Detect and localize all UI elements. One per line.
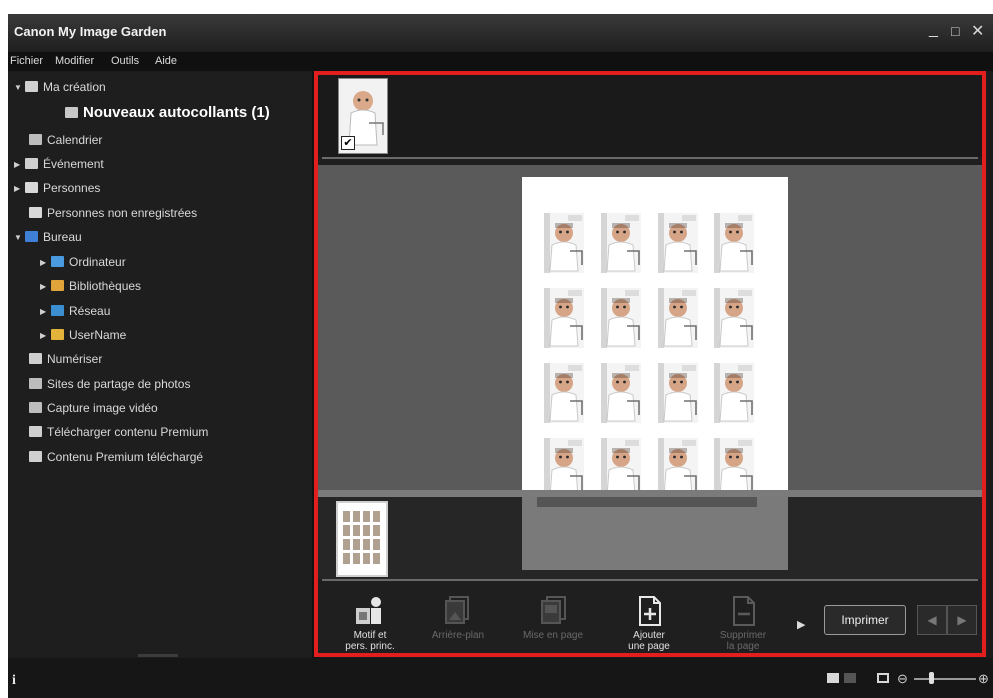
menu-aide[interactable]: Aide	[155, 55, 177, 67]
sidebar-item-label: Numériser	[47, 352, 103, 366]
sidebar-item-label: UserName	[69, 328, 127, 342]
sidebar-item-11[interactable]: Numériser	[27, 352, 102, 372]
view-details-icon[interactable]	[827, 673, 839, 683]
zoom-slider-handle[interactable]	[929, 672, 934, 684]
collapsed-arrow-icon[interactable]: ▶	[14, 160, 23, 169]
menu-fichier[interactable]: Fichier	[10, 55, 43, 67]
sidebar-item-label: Nouveaux autocollants (1)	[83, 104, 270, 121]
collapsed-arrow-icon[interactable]: ▶	[40, 307, 49, 316]
unregistered-people-icon	[29, 207, 42, 218]
sidebar-item-label: Calendrier	[47, 133, 103, 147]
sidebar-item-label: Bureau	[43, 230, 82, 244]
zoom-in-icon[interactable]: ⊕	[978, 671, 989, 687]
maximize-button[interactable]: □	[951, 23, 959, 39]
sidebar-item-label: Ordinateur	[69, 255, 126, 269]
video-capture-icon	[29, 402, 42, 413]
menu-bar: Fichier Modifier Outils Aide	[8, 52, 993, 71]
sidebar-item-7[interactable]: ▶ Ordinateur	[40, 255, 126, 275]
calendar-icon	[29, 134, 42, 145]
user-folder-icon	[51, 329, 64, 340]
my-creation-icon	[25, 81, 38, 92]
network-icon	[51, 305, 64, 316]
sidebar-item-2[interactable]: Calendrier	[27, 133, 102, 153]
collapsed-arrow-icon[interactable]: ▶	[14, 184, 23, 193]
zoom-out-icon[interactable]: ⊖	[897, 671, 908, 687]
sidebar-item-15[interactable]: Contenu Premium téléchargé	[27, 450, 203, 470]
sidebar-item-1[interactable]: Nouveaux autocollants (1)	[63, 104, 270, 124]
sidebar-item-5[interactable]: Personnes non enregistrées	[27, 206, 197, 226]
view-list-icon[interactable]	[844, 673, 856, 683]
sidebar-item-6[interactable]: ▼ Bureau	[14, 230, 82, 250]
photo-sharing-icon	[29, 378, 42, 389]
download-premium-icon	[29, 426, 42, 437]
sidebar-item-10[interactable]: ▶ UserName	[40, 328, 126, 348]
minimize-button[interactable]: _	[929, 21, 938, 39]
people-icon	[25, 182, 38, 193]
sidebar-resize-grip[interactable]	[138, 654, 178, 657]
sidebar-item-label: Personnes	[43, 181, 101, 195]
sidebar-item-8[interactable]: ▶ Bibliothèques	[40, 279, 141, 299]
zoom-slider[interactable]	[914, 678, 976, 680]
window-title: Canon My Image Garden	[14, 24, 167, 39]
sidebar-item-label: Ma création	[43, 80, 106, 94]
sidebar-item-13[interactable]: Capture image vidéo	[27, 401, 158, 421]
sidebar-item-label: Sites de partage de photos	[47, 377, 191, 391]
event-icon	[25, 158, 38, 169]
sidebar-item-label: Bibliothèques	[69, 279, 142, 293]
sidebar-item-4[interactable]: ▶ Personnes	[14, 181, 100, 201]
menu-outils[interactable]: Outils	[111, 55, 139, 67]
sidebar-item-label: Capture image vidéo	[47, 401, 158, 415]
premium-folder-icon	[29, 451, 42, 462]
close-button[interactable]: ✕	[971, 21, 984, 41]
sidebar-item-label: Télécharger contenu Premium	[47, 425, 209, 439]
collapsed-arrow-icon[interactable]: ▶	[40, 331, 49, 340]
libraries-icon	[51, 280, 64, 291]
sidebar-item-label: Contenu Premium téléchargé	[47, 450, 204, 464]
collapsed-arrow-icon[interactable]: ▶	[40, 282, 49, 291]
title-bar[interactable]: Canon My Image Garden _ □ ✕	[8, 14, 993, 52]
sidebar-item-0[interactable]: ▼ Ma création	[14, 80, 106, 100]
menu-modifier[interactable]: Modifier	[55, 55, 94, 67]
expanded-arrow-icon[interactable]: ▼	[14, 233, 23, 242]
stickers-icon	[65, 107, 78, 118]
sidebar-item-label: Réseau	[69, 304, 111, 318]
scan-icon	[29, 353, 42, 364]
sidebar-item-9[interactable]: ▶ Réseau	[40, 304, 110, 324]
sidebar-item-label: Événement	[43, 157, 104, 171]
computer-icon	[51, 256, 64, 267]
expanded-arrow-icon[interactable]: ▼	[14, 83, 23, 92]
info-icon[interactable]: i	[12, 673, 16, 689]
sidebar-item-label: Personnes non enregistrées	[47, 206, 198, 220]
highlight-frame	[314, 71, 986, 657]
fit-view-icon[interactable]	[877, 673, 889, 683]
desktop-icon	[25, 231, 38, 242]
collapsed-arrow-icon[interactable]: ▶	[40, 258, 49, 267]
sidebar-item-12[interactable]: Sites de partage de photos	[27, 377, 190, 397]
sidebar-item-14[interactable]: Télécharger contenu Premium	[27, 425, 208, 445]
sidebar-item-3[interactable]: ▶ Événement	[14, 157, 104, 177]
